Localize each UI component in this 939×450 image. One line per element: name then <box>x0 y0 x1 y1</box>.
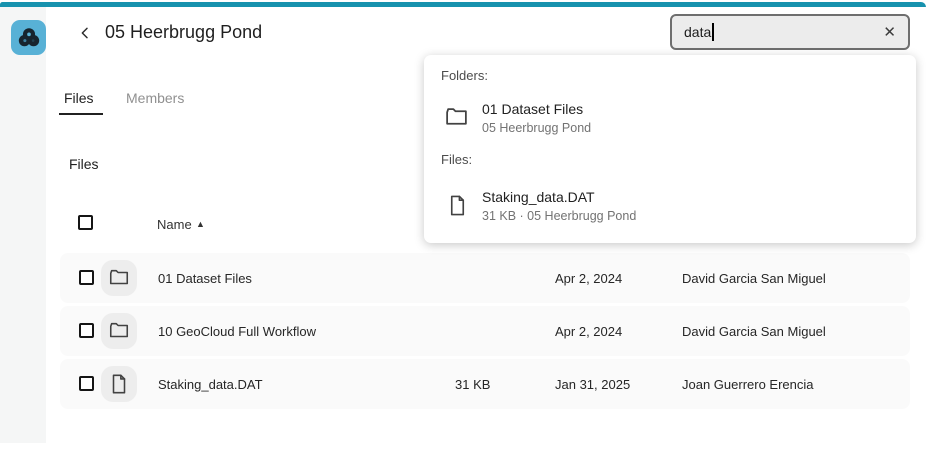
tab-members[interactable]: Members <box>126 90 184 106</box>
text-caret <box>712 23 714 41</box>
tab-files[interactable]: Files <box>64 90 94 106</box>
file-modified-date: Apr 2, 2024 <box>555 324 622 339</box>
row-checkbox[interactable] <box>79 270 94 285</box>
file-icon <box>446 193 469 218</box>
cloud-cluster-icon <box>16 25 42 51</box>
file-owner: Joan Guerrero Erencia <box>682 377 814 392</box>
search-results-dropdown: Folders: 01 Dataset Files 05 Heerbrugg P… <box>424 55 916 243</box>
back-button[interactable] <box>74 22 96 44</box>
file-name[interactable]: 01 Dataset Files <box>158 271 252 286</box>
icon-chip <box>101 366 137 402</box>
search-input[interactable]: data ✕ <box>670 14 910 50</box>
folders-group-label: Folders: <box>441 68 488 83</box>
folder-icon <box>444 105 469 130</box>
file-modified-date: Jan 31, 2025 <box>555 377 630 392</box>
file-owner: David Garcia San Miguel <box>682 324 826 339</box>
page-title: 05 Heerbrugg Pond <box>105 22 262 43</box>
result-title: Staking_data.DAT <box>482 189 595 205</box>
file-name[interactable]: 10 GeoCloud Full Workflow <box>158 324 316 339</box>
file-size: 31 KB <box>455 377 490 392</box>
table-row[interactable]: Staking_data.DAT 31 KB Jan 31, 2025 Joan… <box>60 359 910 409</box>
result-location: 05 Heerbrugg Pond <box>482 121 591 135</box>
sort-ascending-icon[interactable]: ▲ <box>196 219 205 229</box>
table-row[interactable]: 01 Dataset Files Apr 2, 2024 David Garci… <box>60 253 910 303</box>
files-group-label: Files: <box>441 152 472 167</box>
folder-icon <box>108 320 130 342</box>
icon-chip <box>101 260 137 296</box>
table-row[interactable]: 10 GeoCloud Full Workflow Apr 2, 2024 Da… <box>60 306 910 356</box>
icon-chip <box>101 313 137 349</box>
top-accent-bar <box>0 2 926 7</box>
clear-search-icon[interactable]: ✕ <box>883 25 896 40</box>
result-location: 31 KB · 05 Heerbrugg Pond <box>482 209 636 223</box>
file-owner: David Garcia San Miguel <box>682 271 826 286</box>
geocloud-logo-icon[interactable] <box>11 20 46 55</box>
sidebar <box>0 7 46 443</box>
search-result-folder[interactable]: 01 Dataset Files 05 Heerbrugg Pond <box>424 95 916 143</box>
search-result-file[interactable]: Staking_data.DAT 31 KB · 05 Heerbrugg Po… <box>424 183 916 231</box>
active-tab-underline <box>59 113 103 115</box>
row-checkbox[interactable] <box>79 323 94 338</box>
column-header-name[interactable]: Name <box>157 217 192 232</box>
app-window: 05 Heerbrugg Pond data ✕ Files Members F… <box>0 0 939 450</box>
search-value: data <box>684 24 711 40</box>
select-all-checkbox[interactable] <box>78 215 93 230</box>
file-name[interactable]: Staking_data.DAT <box>158 377 263 392</box>
chevron-left-icon <box>77 25 93 41</box>
file-icon <box>108 373 130 395</box>
file-modified-date: Apr 2, 2024 <box>555 271 622 286</box>
result-title: 01 Dataset Files <box>482 101 583 117</box>
row-checkbox[interactable] <box>79 376 94 391</box>
files-section-label: Files <box>69 156 99 172</box>
folder-icon <box>108 267 130 289</box>
